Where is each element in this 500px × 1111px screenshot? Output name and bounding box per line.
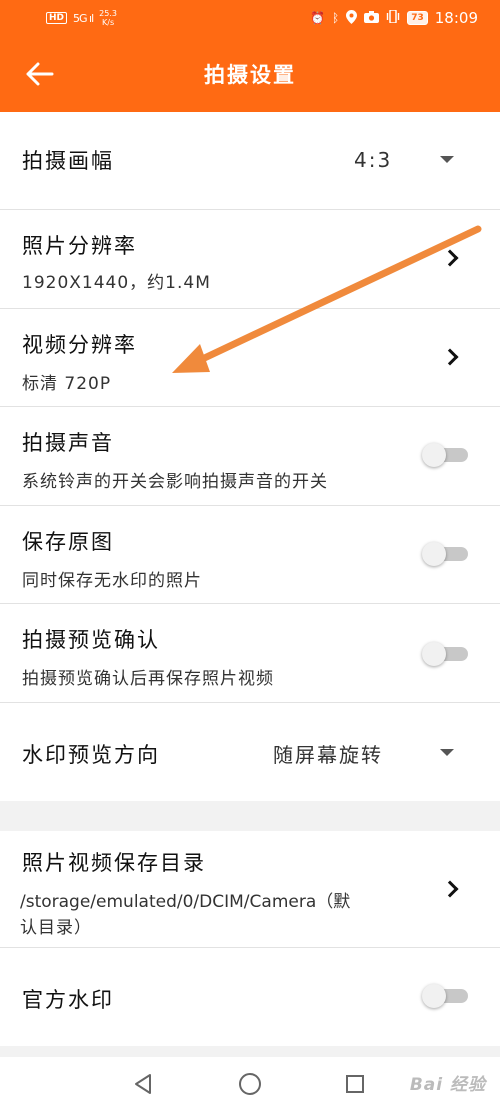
settings-list: 拍摄画幅 4:3 照片分辨率 1920X1440，约1.4M 视频分辨率 标清 … [0, 112, 500, 1046]
back-button[interactable] [20, 56, 60, 92]
network-speed: 25.3 K/s [99, 9, 117, 27]
app-bar: 拍摄设置 [0, 36, 500, 112]
home-circle-icon [239, 1073, 261, 1095]
back-arrow-icon [26, 62, 54, 86]
preview-confirm-toggle[interactable] [422, 642, 468, 666]
camera-icon [364, 10, 380, 26]
shutter-sound-toggle[interactable] [422, 443, 468, 467]
setting-frame[interactable]: 拍摄画幅 4:3 [0, 112, 500, 210]
setting-video-resolution-title: 视频分辨率 [22, 333, 137, 357]
section-gap [0, 801, 500, 831]
setting-preview-confirm-title: 拍摄预览确认 [22, 628, 160, 652]
setting-shutter-sound-title: 拍摄声音 [22, 431, 114, 455]
hd-badge: HD [46, 12, 68, 24]
chevron-right-icon [441, 880, 459, 898]
official-watermark-toggle[interactable] [422, 984, 468, 1008]
location-icon [346, 9, 358, 27]
setting-preview-confirm-sub: 拍摄预览确认后再保存照片视频 [22, 669, 274, 689]
setting-watermark-direction-title: 水印预览方向 [22, 743, 160, 767]
nav-recents-button[interactable] [335, 1069, 375, 1099]
setting-save-original-sub: 同时保存无水印的照片 [22, 571, 202, 591]
setting-photo-resolution-sub: 1920X1440，约1.4M [22, 273, 211, 293]
setting-shutter-sound-sub: 系统铃声的开关会影响拍摄声音的开关 [22, 472, 328, 492]
status-bar: HD 5G ıl 25.3 K/s ⏰ ᛒ 73 18:09 [0, 0, 500, 36]
toggle-knob [422, 443, 446, 467]
setting-official-watermark: 官方水印 [0, 948, 500, 1046]
setting-official-watermark-title: 官方水印 [22, 988, 114, 1012]
toggle-knob [422, 642, 446, 666]
setting-save-directory[interactable]: 照片视频保存目录 /storage/emulated/0/DCIM/Camera… [0, 831, 500, 948]
nav-home-button[interactable] [230, 1069, 270, 1099]
setting-save-original: 保存原图 同时保存无水印的照片 [0, 506, 500, 604]
setting-save-original-title: 保存原图 [22, 530, 114, 554]
chevron-right-icon [441, 249, 459, 267]
setting-photo-resolution-title: 照片分辨率 [22, 234, 137, 258]
signal-icon: 5G ıl [73, 11, 94, 25]
toggle-knob [422, 984, 446, 1008]
alarm-icon: ⏰ [310, 11, 326, 25]
setting-shutter-sound: 拍摄声音 系统铃声的开关会影响拍摄声音的开关 [0, 407, 500, 506]
watermark-logo: Bai 经验 [409, 1075, 486, 1095]
setting-save-directory-path-line2: 认目录） [20, 918, 92, 938]
setting-save-directory-path-line1: /storage/emulated/0/DCIM/Camera（默 [20, 892, 351, 912]
dropdown-triangle-icon [440, 156, 454, 163]
recents-square-icon [346, 1075, 364, 1093]
vibrate-icon [386, 9, 400, 26]
toggle-knob [422, 542, 446, 566]
setting-watermark-direction[interactable]: 水印预览方向 随屏幕旋转 [0, 703, 500, 801]
status-right: ⏰ ᛒ 73 18:09 [310, 9, 478, 27]
setting-preview-confirm: 拍摄预览确认 拍摄预览确认后再保存照片视频 [0, 604, 500, 703]
setting-watermark-direction-value: 随屏幕旋转 [273, 743, 383, 767]
status-left: HD 5G ıl 25.3 K/s [46, 9, 117, 27]
battery-icon: 73 [407, 11, 428, 25]
bluetooth-icon: ᛒ [332, 11, 340, 25]
save-original-toggle[interactable] [422, 542, 468, 566]
dropdown-triangle-icon [440, 749, 454, 756]
setting-video-resolution[interactable]: 视频分辨率 标清 720P [0, 309, 500, 407]
page-title: 拍摄设置 [204, 63, 296, 87]
setting-frame-value: 4:3 [354, 148, 393, 172]
speed-unit: K/s [102, 18, 115, 27]
nav-back-button[interactable] [123, 1069, 163, 1099]
back-triangle-icon [135, 1074, 151, 1094]
setting-frame-title: 拍摄画幅 [22, 149, 114, 173]
clock: 18:09 [434, 9, 478, 27]
speed-value: 25.3 [99, 9, 117, 18]
chevron-right-icon [441, 348, 459, 366]
setting-save-directory-title: 照片视频保存目录 [22, 851, 206, 875]
setting-photo-resolution[interactable]: 照片分辨率 1920X1440，约1.4M [0, 210, 500, 309]
setting-video-resolution-sub: 标清 720P [22, 374, 112, 394]
